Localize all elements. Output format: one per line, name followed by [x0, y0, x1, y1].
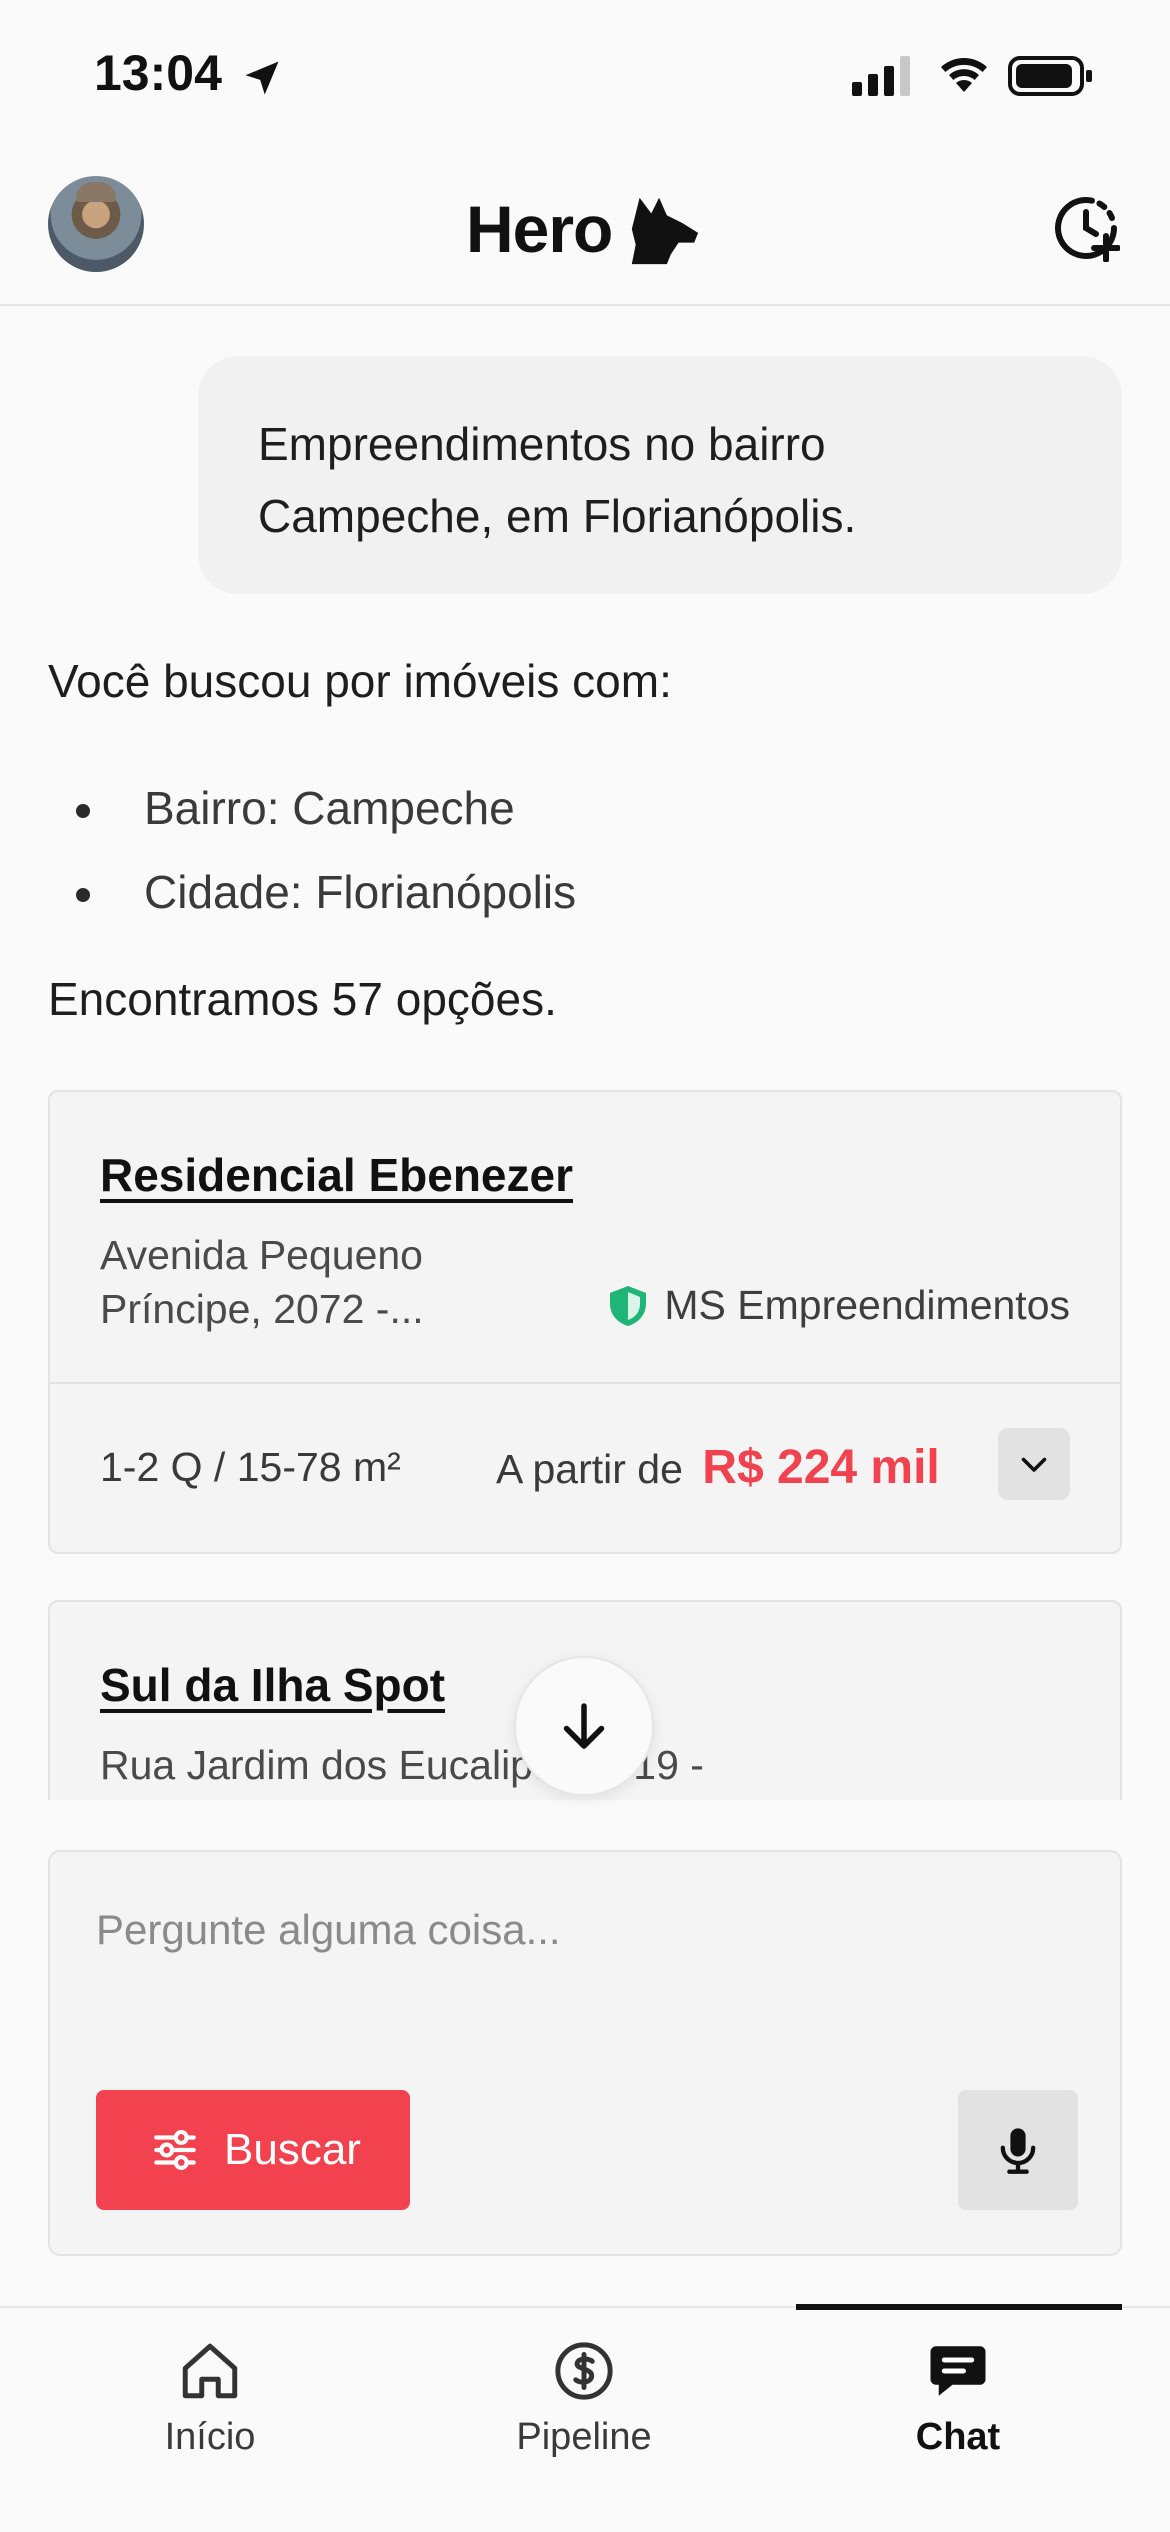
- result-count: Encontramos 57 opções.: [48, 973, 557, 1025]
- chat-input[interactable]: [96, 1890, 1076, 1970]
- listing-card[interactable]: Residencial Ebenezer Avenida Pequeno Prí…: [48, 1090, 1122, 1554]
- sliders-icon: [154, 2130, 196, 2170]
- assistant-reply: Você buscou por imóveis com: Bairro: Cam…: [48, 648, 1122, 934]
- nav-item-pipeline[interactable]: Pipeline: [434, 2338, 734, 2459]
- search-button[interactable]: Buscar: [96, 2090, 410, 2210]
- microphone-button[interactable]: [958, 2090, 1078, 2210]
- card-divider: [50, 1382, 1120, 1384]
- logo-text: Hero: [466, 192, 613, 266]
- user-message-bubble: Empreendimentos no bairro Campeche, em F…: [198, 356, 1122, 594]
- battery-icon: [1008, 56, 1092, 96]
- nav-label: Chat: [915, 2416, 1001, 2458]
- builder-name: MS Empreendimentos: [664, 1282, 1070, 1328]
- arrow-down-icon: [563, 1703, 605, 1749]
- avatar[interactable]: [48, 176, 144, 272]
- reply-intro: Você buscou por imóveis com:: [48, 655, 672, 707]
- nav-label: Pipeline: [516, 2416, 652, 2458]
- cellular-signal-icon: [852, 56, 910, 96]
- dollar-circle-icon: [555, 2342, 613, 2400]
- listing-title-link[interactable]: Residencial Ebenezer: [100, 1148, 573, 1202]
- status-bar: 13:04: [0, 0, 1170, 150]
- price-prefix: A partir de: [496, 1446, 683, 1492]
- wifi-icon: [941, 58, 987, 92]
- price-value: R$ 224 mil: [702, 1441, 940, 1494]
- nav-label: Início: [164, 2416, 256, 2458]
- verified-shield-icon: [610, 1285, 647, 1326]
- search-criteria-list: Bairro: Campeche Cidade: Florianópolis: [48, 766, 1122, 934]
- criteria-item: Bairro: Campeche: [48, 766, 1122, 850]
- chat-composer: Buscar: [48, 1850, 1122, 2256]
- app-logo: Hero: [466, 184, 702, 274]
- listing-builder: MS Empreendimentos: [608, 1282, 1070, 1329]
- dog-logo-icon: [632, 197, 699, 265]
- bottom-nav: Início Pipeline Chat: [0, 2304, 1170, 2532]
- nav-item-inicio[interactable]: Início: [60, 2338, 360, 2459]
- search-button-label: Buscar: [224, 2125, 361, 2174]
- listing-price: A partir de R$ 224 mil: [496, 1440, 940, 1495]
- listing-size: 1-2 Q / 15-78 m²: [100, 1444, 401, 1490]
- status-time: 13:04: [94, 45, 222, 101]
- chat-icon: [930, 2346, 986, 2396]
- criteria-item: Cidade: Florianópolis: [48, 850, 1122, 934]
- history-add-icon[interactable]: [1052, 194, 1120, 262]
- home-icon: [182, 2343, 238, 2399]
- nav-active-indicator: [796, 2304, 1122, 2310]
- nav-item-chat[interactable]: Chat: [808, 2338, 1108, 2459]
- app-header: Hero: [0, 150, 1170, 306]
- listing-address: Avenida Pequeno Príncipe, 2072 -...: [100, 1232, 424, 1332]
- chevron-down-icon: [1021, 1457, 1047, 1472]
- expand-button[interactable]: [998, 1428, 1070, 1500]
- listing-title-link[interactable]: Sul da Ilha Spot: [100, 1658, 445, 1712]
- microphone-icon: [1000, 2128, 1036, 2174]
- location-arrow-icon: [245, 61, 279, 95]
- scroll-down-button[interactable]: [514, 1656, 654, 1796]
